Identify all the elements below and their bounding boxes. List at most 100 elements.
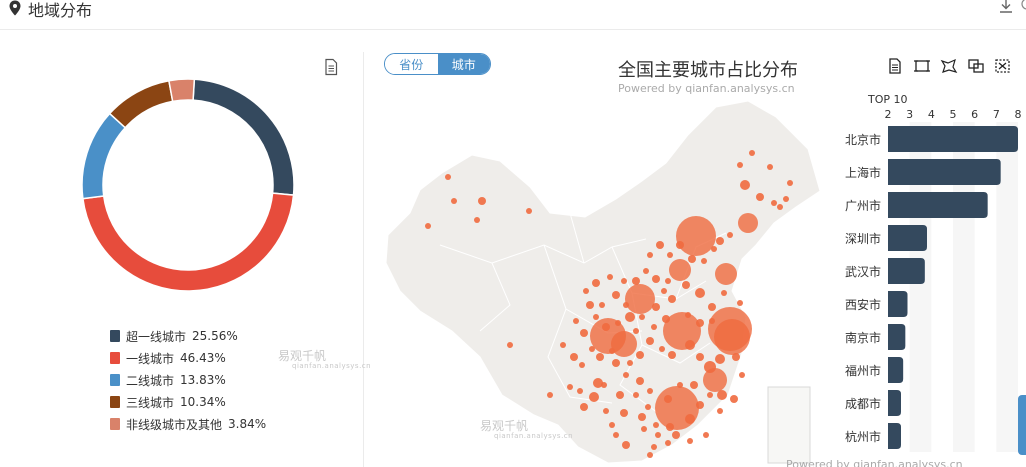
city-bubble[interactable] — [739, 372, 745, 378]
city-bubble[interactable] — [690, 381, 698, 389]
city-bubble[interactable] — [579, 362, 585, 368]
bar-10[interactable] — [888, 423, 901, 449]
city-bubble[interactable] — [623, 372, 629, 378]
city-bubble[interactable] — [580, 329, 588, 337]
city-bubble[interactable] — [609, 422, 615, 428]
city-bubble[interactable] — [677, 382, 683, 388]
tab-province[interactable]: 省份 — [385, 54, 438, 74]
city-bubble[interactable] — [703, 432, 709, 438]
city-bubble[interactable] — [783, 196, 789, 202]
donut-slice-5[interactable] — [168, 78, 196, 103]
city-bubble[interactable] — [636, 351, 644, 359]
city-bubble[interactable] — [711, 246, 717, 252]
city-bubble[interactable] — [632, 277, 640, 285]
city-bubble[interactable] — [727, 232, 733, 238]
legend-item[interactable]: 二线城市 13.83% — [110, 369, 266, 391]
city-bubble[interactable] — [716, 237, 724, 245]
donut-slice-3[interactable] — [81, 112, 127, 200]
city-bubble[interactable] — [695, 288, 705, 298]
city-bubble[interactable] — [645, 404, 651, 410]
city-bubble[interactable] — [669, 259, 691, 281]
city-bubble[interactable] — [478, 197, 486, 205]
city-bubble[interactable] — [547, 392, 553, 398]
city-bubble[interactable] — [615, 320, 621, 326]
city-bubble[interactable] — [651, 444, 657, 450]
city-bubble[interactable] — [704, 361, 716, 373]
city-bubble[interactable] — [653, 422, 659, 428]
donut-slice-4[interactable] — [108, 79, 174, 129]
city-bubble[interactable] — [583, 288, 589, 294]
city-bubble[interactable] — [756, 193, 764, 201]
city-bubble[interactable] — [651, 324, 657, 330]
city-bubble[interactable] — [665, 440, 671, 446]
city-bubble[interactable] — [682, 281, 690, 289]
city-bubble[interactable] — [612, 359, 620, 367]
city-bubble[interactable] — [580, 403, 588, 411]
city-bubble[interactable] — [652, 303, 660, 311]
more-icon[interactable] — [1018, 0, 1026, 14]
city-bubble[interactable] — [687, 438, 693, 444]
city-bubble[interactable] — [639, 314, 645, 320]
city-bubble[interactable] — [715, 263, 737, 285]
city-bubble[interactable] — [732, 353, 740, 361]
city-bubble[interactable] — [613, 432, 619, 438]
bar-9[interactable] — [888, 390, 901, 416]
city-bubble[interactable] — [665, 278, 671, 284]
city-bubble[interactable] — [625, 284, 655, 314]
bar-6[interactable] — [888, 291, 908, 317]
bar-8[interactable] — [888, 357, 904, 383]
city-bubble[interactable] — [625, 312, 635, 322]
city-bubble[interactable] — [643, 268, 649, 274]
city-bubble[interactable] — [696, 353, 704, 361]
city-bubble[interactable] — [599, 302, 605, 308]
city-bubble[interactable] — [621, 278, 627, 284]
city-bubble[interactable] — [787, 180, 793, 186]
city-bubble[interactable] — [607, 274, 613, 280]
city-bubble[interactable] — [708, 303, 716, 311]
city-bubble[interactable] — [602, 323, 610, 331]
bar-2[interactable] — [888, 159, 1001, 185]
city-bubble[interactable] — [425, 223, 431, 229]
tab-city[interactable]: 城市 — [437, 54, 490, 74]
city-bubble[interactable] — [646, 337, 654, 345]
bar-1[interactable] — [888, 126, 1018, 152]
city-bubble[interactable] — [603, 408, 609, 414]
city-bubble[interactable] — [656, 241, 664, 249]
keep-select-icon[interactable] — [967, 58, 985, 74]
lasso-select-icon[interactable] — [940, 58, 958, 74]
bar-5[interactable] — [888, 258, 925, 284]
city-bubble[interactable] — [661, 288, 667, 294]
city-bubble[interactable] — [570, 353, 578, 361]
city-bubble[interactable] — [696, 401, 704, 409]
city-bubble[interactable] — [737, 300, 743, 306]
city-bubble[interactable] — [652, 275, 660, 283]
city-bubble[interactable] — [738, 213, 758, 233]
bar-4[interactable] — [888, 225, 927, 251]
city-bubble[interactable] — [664, 395, 672, 403]
city-bubble[interactable] — [611, 331, 637, 357]
city-bubble[interactable] — [627, 360, 633, 366]
city-bubble[interactable] — [633, 328, 639, 334]
city-bubble[interactable] — [623, 302, 629, 308]
city-bubble[interactable] — [672, 431, 680, 439]
city-bubble[interactable] — [573, 318, 579, 324]
bar-7[interactable] — [888, 324, 906, 350]
city-bubble[interactable] — [647, 252, 653, 258]
donut-slice-1[interactable] — [192, 78, 295, 196]
legend-item[interactable]: 一线城市 46.43% — [110, 347, 266, 369]
city-bubble[interactable] — [593, 314, 599, 320]
city-bubble[interactable] — [647, 452, 653, 458]
city-bubble[interactable] — [777, 204, 783, 210]
city-bubble[interactable] — [622, 441, 630, 449]
city-bubble[interactable] — [659, 346, 665, 352]
city-bubble[interactable] — [620, 409, 628, 417]
legend-item[interactable]: 三线城市 10.34% — [110, 391, 266, 413]
city-bubble[interactable] — [696, 319, 704, 327]
city-bubble[interactable] — [662, 315, 670, 323]
city-bubble[interactable] — [701, 258, 707, 264]
city-bubble[interactable] — [688, 255, 696, 263]
city-bubble[interactable] — [589, 392, 599, 402]
city-bubble[interactable] — [647, 388, 653, 394]
zoom-select-icon[interactable] — [913, 58, 931, 74]
city-bubble[interactable] — [451, 198, 457, 204]
